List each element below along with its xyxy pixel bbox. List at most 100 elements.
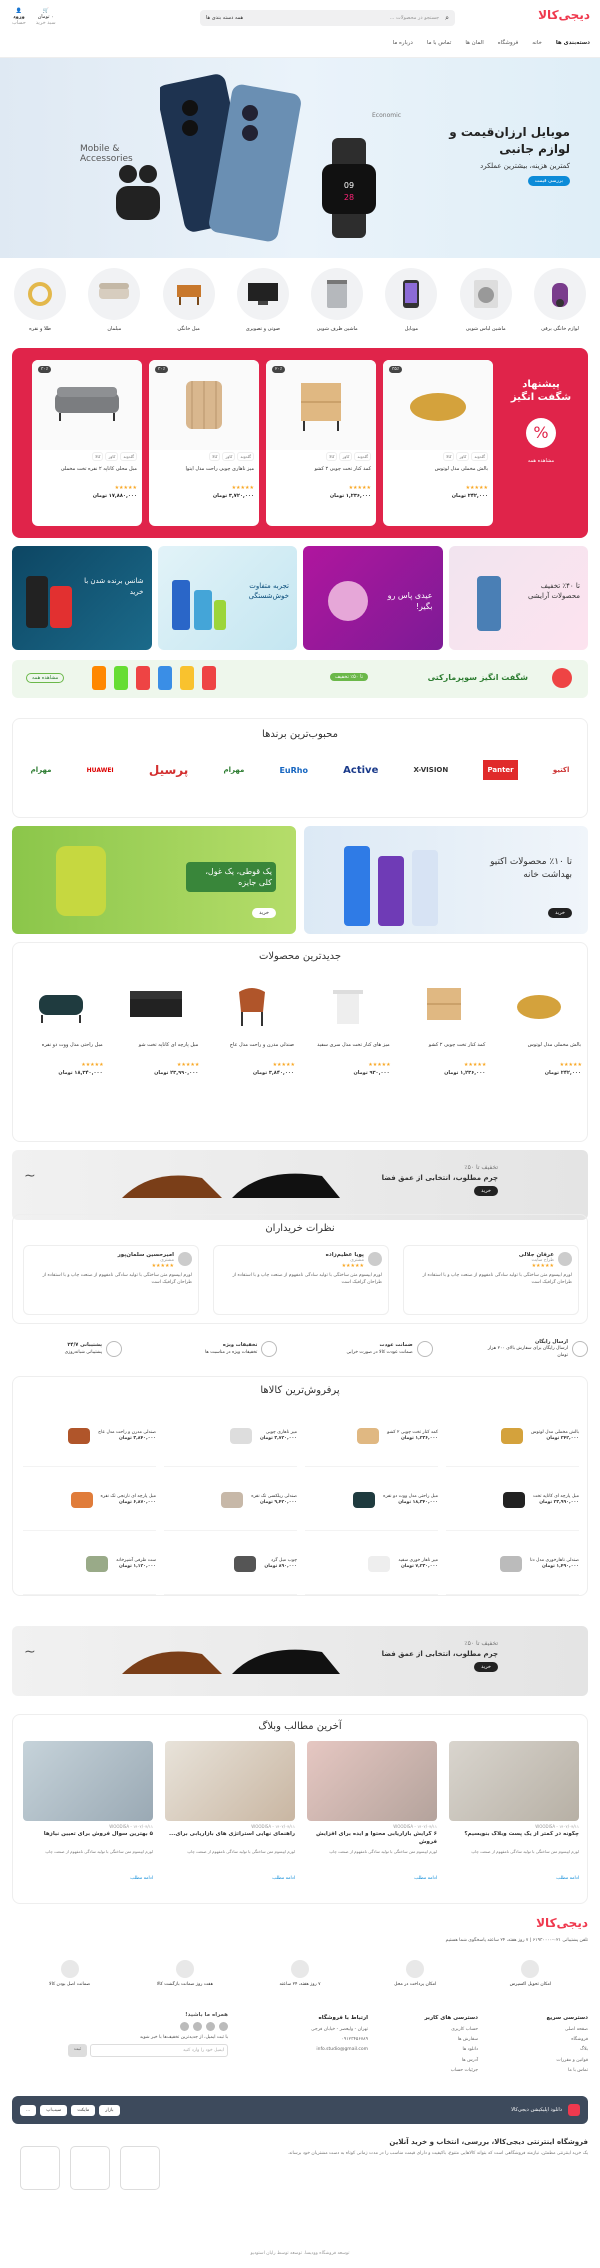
banner-button[interactable]: خرید: [252, 908, 276, 918]
product-card[interactable]: ۳۰٪ گلدونه کاور کالا مبل محلی کاناپه ۲ نفر…: [32, 360, 142, 526]
union-badge[interactable]: [20, 2146, 60, 2190]
hero-banner[interactable]: موبایل ارزان‌قیمت و لوازم جانبی کمترین ه…: [0, 58, 600, 258]
category-item[interactable]: مبل خانگی: [161, 268, 217, 332]
read-more-link[interactable]: ادامه مطلب: [23, 1876, 153, 1881]
read-more-link[interactable]: ادامه مطلب: [307, 1876, 437, 1881]
product-card[interactable]: کمد کنار تخت چوبی ۲ کشو ★★★★★ ۱,۲۳۶,۰۰۰ تو…: [396, 972, 492, 1078]
nav-about[interactable]: درباره ما: [393, 40, 413, 46]
product-card[interactable]: صندلی مدرن و راحت مدل عاج ★★★★★ ۳,۸۴۰,۰۰۰ …: [204, 972, 300, 1078]
supermarket-strip[interactable]: شگفت انگیز سوپرمارکتی تا ۵۰٪ تخفیف مشاهد…: [12, 660, 588, 698]
read-more-link[interactable]: ادامه مطلب: [165, 1876, 295, 1881]
bestseller-item[interactable]: ست ظرفی آشپزخانه ۱,۱۲۰,۰۰۰ تومان: [23, 1533, 156, 1595]
samandehi-badge[interactable]: [70, 2146, 110, 2190]
shoe-banner[interactable]: تخفیف تا ۵۰٪ چرم مطلوب، انتخابی از عمق ف…: [12, 1626, 588, 1696]
product-card[interactable]: ۳۰٪ گلدونه کاور کالا میز ناهاری چوبی راحت …: [149, 360, 259, 526]
bestseller-item[interactable]: صندلی ریلکسی تک نفره ۹,۴۲۰,۰۰۰ تومان: [164, 1469, 297, 1531]
footer-link[interactable]: سفارش ها: [458, 2037, 478, 2042]
brand-logo[interactable]: EuRho: [279, 766, 308, 775]
blog-post[interactable]: ۱۴۰۲/۰۴/۱۱ - WOODISA راهنمای نهایی استرات…: [165, 1741, 295, 1897]
product-card[interactable]: مبل راحتی مدل ووت دو نفره ★★★★★ ۱۸,۳۴۰,۰۰۰…: [13, 972, 109, 1078]
brand-logo[interactable]: اکتیو: [553, 766, 570, 774]
twitter-icon[interactable]: [193, 2022, 202, 2031]
nav-elements[interactable]: المان ها: [465, 40, 483, 46]
footer-link[interactable]: بلاگ: [580, 2047, 588, 2052]
product-card[interactable]: میز های کنار تخت مدل سری سفید ★★★★★ ۹۳۰,۰۰…: [300, 972, 396, 1078]
footer-link[interactable]: جزئیات حساب: [451, 2068, 478, 2073]
brand-logo[interactable]: HUAWEI: [87, 767, 114, 774]
enamad-badge[interactable]: [120, 2146, 160, 2190]
bestseller-item[interactable]: صندلی ناهارخوری مدل دنا ۱,۴۹۰,۰۰۰ تومان: [446, 1533, 579, 1595]
category-item[interactable]: ماشین لباس شویی: [458, 268, 514, 332]
promo-banner[interactable]: عیدی پاس رو بگیر!: [303, 546, 443, 650]
footer-link[interactable]: فروشگاه: [571, 2037, 588, 2042]
linkedin-icon[interactable]: [180, 2022, 189, 2031]
banner-button[interactable]: خرید: [474, 1662, 498, 1672]
amazing-more-link[interactable]: مشاهده همه: [506, 458, 576, 464]
category-item[interactable]: مبلمان: [86, 268, 142, 332]
bestseller-item[interactable]: چوب مبل گرد ۸۹۰,۰۰۰ تومان: [164, 1533, 297, 1595]
subscribe-button[interactable]: ثبت: [68, 2044, 88, 2057]
category-item[interactable]: ماشین ظرف شویی: [309, 268, 365, 332]
bestseller-item[interactable]: مبل پارچه ای نارنجی تک نفره ۶,۸۷۰,۰۰۰ توم…: [23, 1469, 156, 1531]
footer-link[interactable]: دانلود ها: [463, 2047, 479, 2052]
product-card[interactable]: ۲۰٪ گلدونه کاور کالا کمد کنار تخت چوبی ۲ ک…: [266, 360, 376, 526]
brand-logo[interactable]: Panter: [483, 760, 518, 780]
category-item[interactable]: طلا و نقره: [12, 268, 68, 332]
shoe-banner[interactable]: تخفیف تا ۵۰٪ چرم مطلوب، انتخابی از عمق ف…: [12, 1150, 588, 1220]
promo-banner[interactable]: شانس برنده شدن با خرید: [12, 546, 152, 650]
nav-contact[interactable]: تماس با ما: [427, 40, 451, 46]
promo-banner-active[interactable]: تا ۱۰٪ محصولات اکتیو بهداشت خانه خرید: [304, 826, 588, 934]
bestseller-item[interactable]: میز ناهار خوری سفید ۷,۲۳۰,۰۰۰ تومان: [305, 1533, 438, 1595]
product-card[interactable]: ۳۵٪ گلدونه کاور کالا بالش مخملی مدل لوتوس …: [383, 360, 493, 526]
telegram-icon[interactable]: [206, 2022, 215, 2031]
cart-button[interactable]: 🛒 ۰ تومان سبد خرید: [36, 8, 56, 26]
blog-post[interactable]: ۱۴۰۲/۰۴/۱۱ - WOODISA ۶ گرایش بازاریابی مح…: [307, 1741, 437, 1897]
store-button[interactable]: بازار: [99, 2104, 120, 2116]
store-button[interactable]: ...: [20, 2104, 37, 2116]
footer-link[interactable]: آدرس ها: [462, 2058, 478, 2063]
footer-link[interactable]: تماس با ما: [568, 2068, 588, 2073]
product-card[interactable]: بالش مخملی مدل لوتوس ★★★★★ ۲۴۲,۰۰۰ تومان: [491, 972, 587, 1078]
footer-link[interactable]: حساب کاربری: [451, 2027, 478, 2032]
category-item[interactable]: صوتی و تصویری: [235, 268, 291, 332]
banner-button[interactable]: خرید: [474, 1186, 498, 1196]
blog-post[interactable]: ۱۴۰۲/۰۴/۱۱ - WOODISA چگونه در کمتر از یک …: [449, 1741, 579, 1897]
store-button[interactable]: مایکت: [71, 2104, 96, 2116]
promo-banner-pringles[interactable]: یک قوطی، یک غول، کلی جایزه خرید: [12, 826, 296, 934]
email-field[interactable]: ایمیل خود را وارد کنید: [90, 2044, 228, 2057]
search-input[interactable]: جستجو در محصولات ...: [249, 15, 439, 21]
bestseller-item[interactable]: مبل پارچه ای کاناپه تخت ۲۳,۹۹۰,۰۰۰ تومان: [446, 1469, 579, 1531]
blog-post[interactable]: ۱۴۰۲/۰۴/۱۱ - WOODISA ۵ بهترین سوال فروش ب…: [23, 1741, 153, 1897]
hero-button[interactable]: بررسی قیمت: [527, 175, 570, 186]
bestseller-item[interactable]: میز ناهاری چوبی ۳,۷۲۰,۰۰۰ تومان: [164, 1405, 297, 1467]
instagram-icon[interactable]: [219, 2022, 228, 2031]
product-card[interactable]: مبل پارچه ای کاناپه تخت شو ★★★★★ ۲۳,۹۹۰,۰۰…: [109, 972, 205, 1078]
nav-home[interactable]: خانه: [532, 40, 542, 46]
category-item[interactable]: موبایل: [383, 268, 439, 332]
search-bar[interactable]: ⌕ جستجو در محصولات ... همه دسته بندی ها: [200, 10, 455, 26]
footer-link[interactable]: قوانین و مقررات: [556, 2058, 588, 2063]
footer-logo[interactable]: دیجی‌کالا: [536, 1916, 588, 1930]
nav-categories[interactable]: دسته‌بندی ها: [556, 40, 590, 46]
footer-link[interactable]: صفحه اصلی: [565, 2027, 588, 2032]
store-button[interactable]: سیب‌اپ: [40, 2104, 68, 2116]
bestseller-item[interactable]: مبل راحتی مدل ووت دو نفره ۱۸,۳۴۰,۰۰۰ توما…: [305, 1469, 438, 1531]
site-logo[interactable]: دیجی‌کالا: [538, 8, 590, 22]
brand-logo[interactable]: X-VISION: [414, 766, 449, 774]
category-item[interactable]: لوازم خانگی برقی: [532, 268, 588, 332]
bestseller-item[interactable]: بالش مخملی مدل لوتوس ۲۴۲,۰۰۰ تومان: [446, 1405, 579, 1467]
promo-banner[interactable]: تا ۴۰٪ تخفیف محصولات آرایشی: [448, 546, 588, 650]
brand-logo[interactable]: مهرام: [223, 766, 244, 774]
bestseller-item[interactable]: کمد کنار تخت چوبی ۲ کشو ۱,۲۳۶,۰۰۰ تومان: [305, 1405, 438, 1467]
banner-button[interactable]: خرید: [548, 908, 572, 918]
brand-logo[interactable]: مهرام: [31, 766, 52, 774]
login-button[interactable]: 👤 ورود حساب: [12, 8, 26, 26]
search-icon[interactable]: ⌕: [445, 14, 449, 23]
nav-shop[interactable]: فروشگاه: [498, 40, 519, 46]
brand-logo[interactable]: Active: [343, 765, 378, 776]
bestseller-item[interactable]: صندلی مدرن و راحت مدل عاج ۳,۸۴۰,۰۰۰ تومان: [23, 1405, 156, 1467]
read-more-link[interactable]: ادامه مطلب: [449, 1876, 579, 1881]
search-category-select[interactable]: همه دسته بندی ها: [206, 15, 243, 21]
promo-banner[interactable]: تجربه متفاوت خوش‌شستگی: [157, 546, 297, 650]
brand-logo[interactable]: پرسیل: [149, 763, 188, 777]
